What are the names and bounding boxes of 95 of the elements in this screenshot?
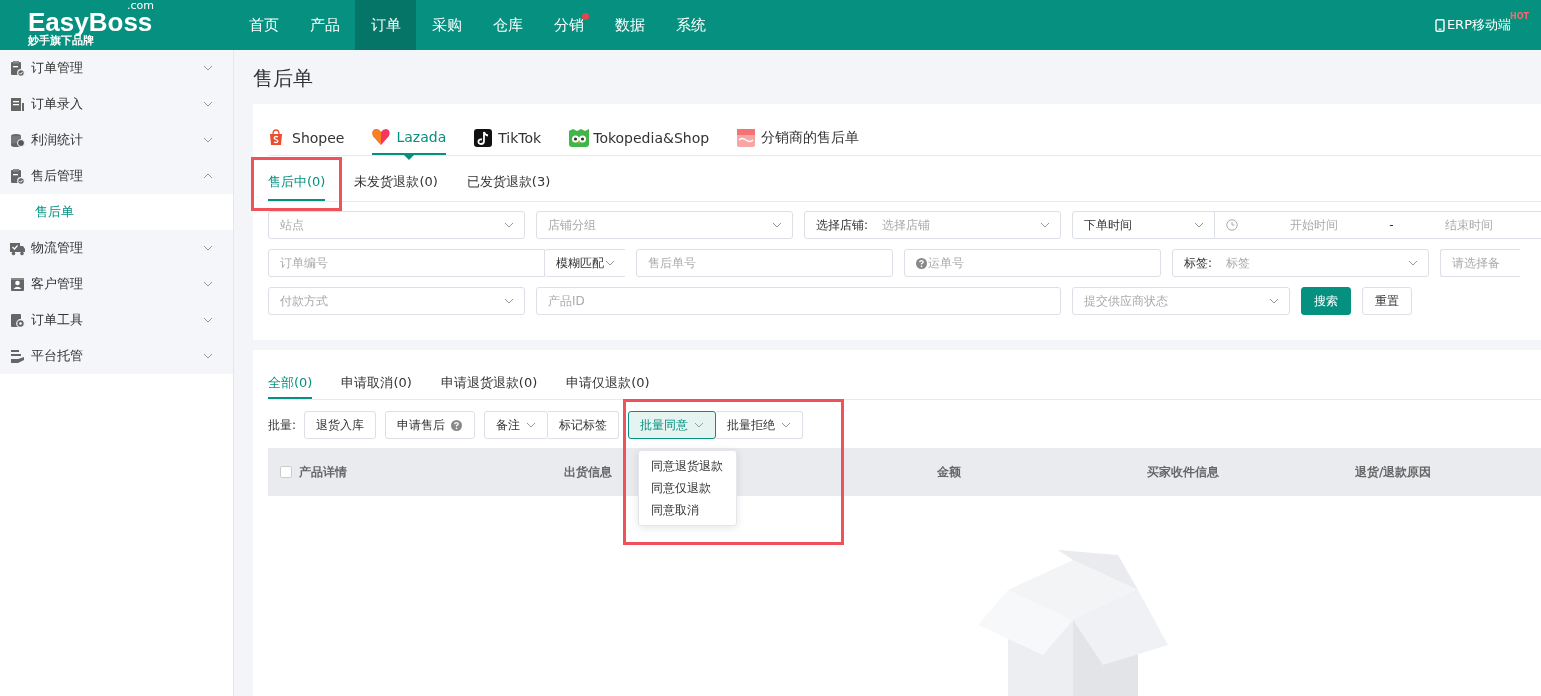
field-label: 选择店铺:	[816, 216, 869, 234]
nav-tab[interactable]: 数据	[599, 0, 660, 50]
selected-value: 模糊匹配	[556, 254, 605, 272]
platform-tab[interactable]: Tokopedia&Shop	[569, 121, 710, 155]
end-date-placeholder: 结束时间	[1444, 216, 1495, 234]
coins-icon	[10, 132, 25, 148]
dropdown-button[interactable]: 批量同意	[628, 411, 717, 439]
nav-tab[interactable]: 分销	[538, 0, 599, 50]
owl-icon	[569, 129, 590, 147]
search-button[interactable]: 搜索	[1301, 287, 1351, 315]
column-header: 退货/退款原因	[1355, 463, 1432, 481]
filter-tab[interactable]: 申请取消(0)	[341, 369, 412, 399]
chevron-down-icon	[526, 422, 537, 428]
sidebar-item[interactable]: 售后管理	[0, 158, 233, 194]
dropdown-button[interactable]: 备注	[484, 411, 549, 439]
chevron-down-icon	[504, 298, 514, 304]
platform-tab[interactable]: Shopee	[268, 121, 345, 155]
batch-button[interactable]: 标记标签	[548, 411, 620, 439]
menu-item[interactable]: 同意仅退款	[639, 477, 736, 499]
platform-tab[interactable]: 分销商的售后单	[737, 121, 860, 155]
status-tab[interactable]: 未发货退款(0)	[354, 165, 438, 201]
batch-button[interactable]: 退货入库	[304, 411, 377, 439]
hand-icon	[10, 348, 25, 364]
menu-item[interactable]: 同意退货退款	[639, 455, 736, 477]
sidebar-item[interactable]: 物流管理	[0, 230, 233, 266]
mobile-app-link[interactable]: ERP移动端	[1446, 16, 1511, 34]
chevron-down-icon	[781, 422, 792, 428]
start-date-placeholder: 开始时间	[1288, 216, 1339, 234]
tab-pointer-icon	[404, 155, 415, 160]
placeholder-text: 标签	[1226, 254, 1252, 272]
logo-domain: .com	[127, 0, 154, 11]
sidebar-item[interactable]: 订单工具	[0, 302, 233, 338]
clipboard-icon	[10, 168, 25, 184]
sidebar-item[interactable]: 订单录入	[0, 86, 233, 122]
dropdown-button[interactable]: 批量拒绝	[716, 411, 804, 439]
sidebar-item[interactable]: 平台托管	[0, 338, 233, 374]
filter-tab[interactable]: 申请仅退款(0)	[566, 369, 650, 399]
sidebar-item[interactable]: 订单管理	[0, 50, 233, 86]
phone-icon	[1434, 18, 1445, 32]
field-label: 标签:	[1184, 254, 1213, 272]
chevron-down-icon	[1408, 260, 1418, 266]
help-icon	[451, 419, 463, 431]
select-all-checkbox[interactable]	[280, 466, 292, 478]
column-header: 买家收件信息	[1147, 463, 1219, 481]
nav-tab[interactable]: 订单	[355, 0, 416, 50]
document-icon	[10, 96, 25, 112]
sidebar-item[interactable]: 利润统计	[0, 122, 233, 158]
document-gear-icon	[10, 312, 25, 328]
nav-tab[interactable]: 仓库	[477, 0, 538, 50]
filter-tab[interactable]: 全部(0)	[268, 369, 313, 399]
status-tab[interactable]: 已发货退款(3)	[466, 165, 551, 201]
contact-card-icon	[10, 276, 25, 292]
music-note-icon	[474, 129, 495, 147]
truck-icon	[10, 240, 25, 256]
hot-label: HOT	[1510, 12, 1529, 21]
nav-tab[interactable]: 采购	[416, 0, 477, 50]
clipboard-icon	[10, 60, 25, 76]
filter-tab[interactable]: 申请退货退款(0)	[440, 369, 538, 399]
chevron-down-icon	[694, 422, 705, 428]
heart-icon	[372, 128, 393, 146]
status-tab[interactable]: 售后中(0)	[268, 165, 326, 201]
batch-label: 批量:	[268, 416, 297, 434]
chevron-down-icon	[1194, 222, 1204, 228]
selected-value: 下单时间	[1084, 216, 1133, 234]
logo-tagline: 妙手旗下品牌	[28, 34, 94, 47]
nav-tab[interactable]: 系统	[660, 0, 721, 50]
chevron-down-icon	[1269, 298, 1279, 304]
placeholder-text: 运单号	[928, 254, 965, 272]
nav-tab[interactable]: 产品	[294, 0, 355, 50]
column-header: 出货信息	[564, 463, 612, 481]
clock-icon	[1226, 219, 1238, 231]
chevron-down-icon	[772, 222, 782, 228]
select-field[interactable]: 标签: 标签	[1172, 249, 1429, 277]
chevron-down-icon	[504, 222, 514, 228]
logo[interactable]: EasyBoss	[28, 10, 153, 34]
reset-button[interactable]: 重置	[1362, 287, 1412, 315]
placeholder-text: 选择店铺	[882, 216, 932, 234]
sidebar-item[interactable]: 客户管理	[0, 266, 233, 302]
date-type-select[interactable]: 下单时间	[1072, 211, 1215, 239]
match-mode-select[interactable]: 模糊匹配	[545, 249, 625, 277]
platform-tab[interactable]: TikTok	[474, 121, 542, 155]
date-range-field[interactable]: 开始时间 - 结束时间	[1215, 211, 1541, 239]
nav-tab[interactable]: 首页	[233, 0, 294, 50]
chevron-down-icon	[1040, 222, 1050, 228]
range-separator: -	[1389, 218, 1394, 232]
menu-item[interactable]: 同意取消	[639, 499, 736, 521]
batch-button[interactable]: 申请售后	[385, 411, 476, 439]
select-field[interactable]: 选择店铺: 选择店铺	[804, 211, 1061, 239]
storefront-icon	[737, 129, 758, 147]
column-header: 产品详情	[299, 463, 347, 481]
platform-tab[interactable]: Lazada	[372, 121, 447, 155]
help-icon	[916, 257, 927, 269]
chevron-down-icon	[605, 260, 615, 266]
page-title: 售后单	[253, 65, 314, 92]
column-header: 金额	[937, 463, 961, 481]
